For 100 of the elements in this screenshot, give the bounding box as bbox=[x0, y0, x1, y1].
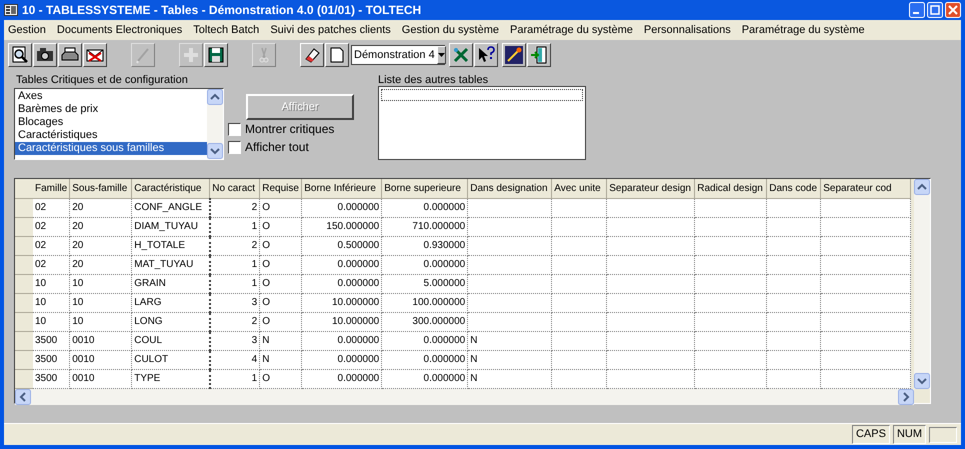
table-cell: 10 bbox=[70, 312, 132, 331]
table-cell: O bbox=[260, 274, 302, 293]
checkbox[interactable] bbox=[228, 122, 241, 136]
column-header[interactable]: Dans designation bbox=[468, 179, 552, 198]
column-header[interactable]: No caract bbox=[210, 179, 260, 198]
scrollbar[interactable] bbox=[207, 89, 223, 159]
table-cell: O bbox=[260, 198, 302, 217]
menu-item[interactable]: Toltech Batch bbox=[193, 22, 260, 38]
table-cell: 20 bbox=[70, 255, 132, 274]
table-cell: O bbox=[260, 293, 302, 312]
list-item[interactable]: Caractéristiques sous familles bbox=[15, 142, 207, 155]
toolbar-button[interactable] bbox=[8, 43, 32, 67]
table-cell: 3500 bbox=[33, 350, 70, 369]
wand-icon bbox=[504, 45, 524, 65]
toolbar-button[interactable] bbox=[33, 43, 57, 67]
table-cell: 0.000000 bbox=[382, 255, 468, 274]
table-cell: O bbox=[260, 217, 302, 236]
table-cell: 0010 bbox=[70, 369, 132, 388]
table-cell: DIAM_TUYAU bbox=[132, 217, 210, 236]
list-label: Tables Critiques et de configuration bbox=[15, 73, 189, 88]
menu-item[interactable]: Paramétrage du système bbox=[510, 22, 633, 38]
table-cell: 0.000000 bbox=[302, 350, 382, 369]
table-cell: 1 bbox=[210, 274, 260, 293]
table-cell: 3 bbox=[210, 293, 260, 312]
toolbar-button[interactable] bbox=[502, 43, 526, 67]
scrollbar[interactable] bbox=[914, 179, 930, 388]
toolbar-button[interactable] bbox=[325, 43, 349, 67]
table-cell: 0.000000 bbox=[302, 255, 382, 274]
table-cell: 100.000000 bbox=[382, 293, 468, 312]
close-icon[interactable] bbox=[945, 2, 961, 18]
table-cell: 0.000000 bbox=[382, 198, 468, 217]
table-cell: 20 bbox=[70, 198, 132, 217]
column-header[interactable]: Separateur cod bbox=[820, 179, 911, 198]
minimize-icon[interactable] bbox=[909, 2, 925, 18]
toolbar-button[interactable] bbox=[474, 43, 498, 67]
table-cell: 10 bbox=[33, 312, 70, 331]
scroll-left-icon[interactable] bbox=[15, 388, 31, 404]
dropdown[interactable]: Démonstration 4 bbox=[351, 45, 445, 65]
tables-listbox[interactable]: Axes Barèmes de prix Blocages Caractéristiques Caractéristiques sous familles bbox=[14, 88, 224, 160]
table-cell: 10 bbox=[33, 274, 70, 293]
table-cell: 3500 bbox=[33, 331, 70, 350]
column-header[interactable]: Caractéristique bbox=[132, 179, 210, 198]
column-header[interactable]: Famille bbox=[33, 179, 70, 198]
table-cell: 1 bbox=[210, 217, 260, 236]
menu-item[interactable]: Documents Electroniques bbox=[56, 22, 182, 38]
table-cell: N bbox=[260, 350, 302, 369]
table-cell: 2 bbox=[210, 312, 260, 331]
list-item[interactable]: Barèmes de prix bbox=[15, 103, 207, 116]
column-header[interactable]: Avec unite bbox=[552, 179, 607, 198]
scroll-up-icon[interactable] bbox=[914, 179, 930, 195]
table-cell: 3500 bbox=[33, 369, 70, 388]
list-item[interactable]: Blocages bbox=[15, 116, 207, 129]
table-cell: 710.000000 bbox=[382, 217, 468, 236]
status-panel bbox=[929, 426, 957, 442]
column-header[interactable]: Sous-famille bbox=[70, 179, 132, 198]
toolbar-button[interactable] bbox=[204, 43, 228, 67]
toolbar-button[interactable] bbox=[527, 43, 551, 67]
maximize-icon[interactable] bbox=[927, 2, 943, 18]
menu-item[interactable]: Gestion du système bbox=[402, 22, 499, 38]
table-cell: 300.000000 bbox=[382, 312, 468, 331]
column-header[interactable]: Radical design bbox=[694, 179, 767, 198]
table-cell: 0.000000 bbox=[382, 369, 468, 388]
toolbar-button[interactable] bbox=[83, 43, 107, 67]
toolbar-button[interactable] bbox=[58, 43, 82, 67]
status-indicator: NUM bbox=[892, 425, 926, 444]
crossed-tools-icon bbox=[451, 45, 471, 65]
table-cell: N bbox=[260, 331, 302, 350]
table-cell: N bbox=[468, 331, 552, 350]
table-cell: 2 bbox=[210, 198, 260, 217]
menu-item[interactable]: Paramétrage du système bbox=[742, 22, 865, 38]
checkbox[interactable] bbox=[228, 140, 241, 154]
menu-item[interactable]: Gestion bbox=[8, 22, 46, 38]
tables-listbox[interactable] bbox=[378, 86, 586, 160]
scrollbar[interactable] bbox=[15, 388, 914, 404]
table-cell: O bbox=[260, 236, 302, 255]
table-cell: 02 bbox=[33, 236, 70, 255]
column-header[interactable]: Requise bbox=[260, 179, 302, 198]
table-cell: 0.000000 bbox=[302, 369, 382, 388]
toolbar-button[interactable] bbox=[300, 43, 324, 67]
table-cell: O bbox=[260, 312, 302, 331]
table-cell: 0010 bbox=[70, 331, 132, 350]
table-cell: 150.000000 bbox=[302, 217, 382, 236]
table-cell: 10 bbox=[33, 293, 70, 312]
scroll-right-icon[interactable] bbox=[898, 388, 914, 404]
column-header[interactable]: Separateur design bbox=[606, 179, 695, 198]
scroll-up-icon[interactable] bbox=[207, 89, 223, 105]
scroll-down-icon[interactable] bbox=[914, 372, 930, 388]
toolbar-button[interactable] bbox=[449, 43, 473, 67]
column-header[interactable]: Dans code bbox=[766, 179, 821, 198]
menu-item[interactable]: Suivi des patches clients bbox=[270, 22, 391, 38]
list-item[interactable]: Axes bbox=[15, 90, 207, 103]
menu-item[interactable]: Personnalisations bbox=[644, 22, 731, 38]
checkbox-label: Montrer critiques bbox=[245, 121, 334, 138]
table-cell: CULOT bbox=[132, 350, 210, 369]
scroll-down-icon[interactable] bbox=[207, 143, 223, 159]
status-indicator: CAPS bbox=[852, 425, 890, 444]
table-cell: H_TOTALE bbox=[132, 236, 210, 255]
column-header[interactable]: Borne Inférieure bbox=[302, 179, 382, 198]
list-item[interactable]: Caractéristiques bbox=[15, 129, 207, 142]
column-header[interactable]: Borne superieure bbox=[382, 179, 468, 198]
